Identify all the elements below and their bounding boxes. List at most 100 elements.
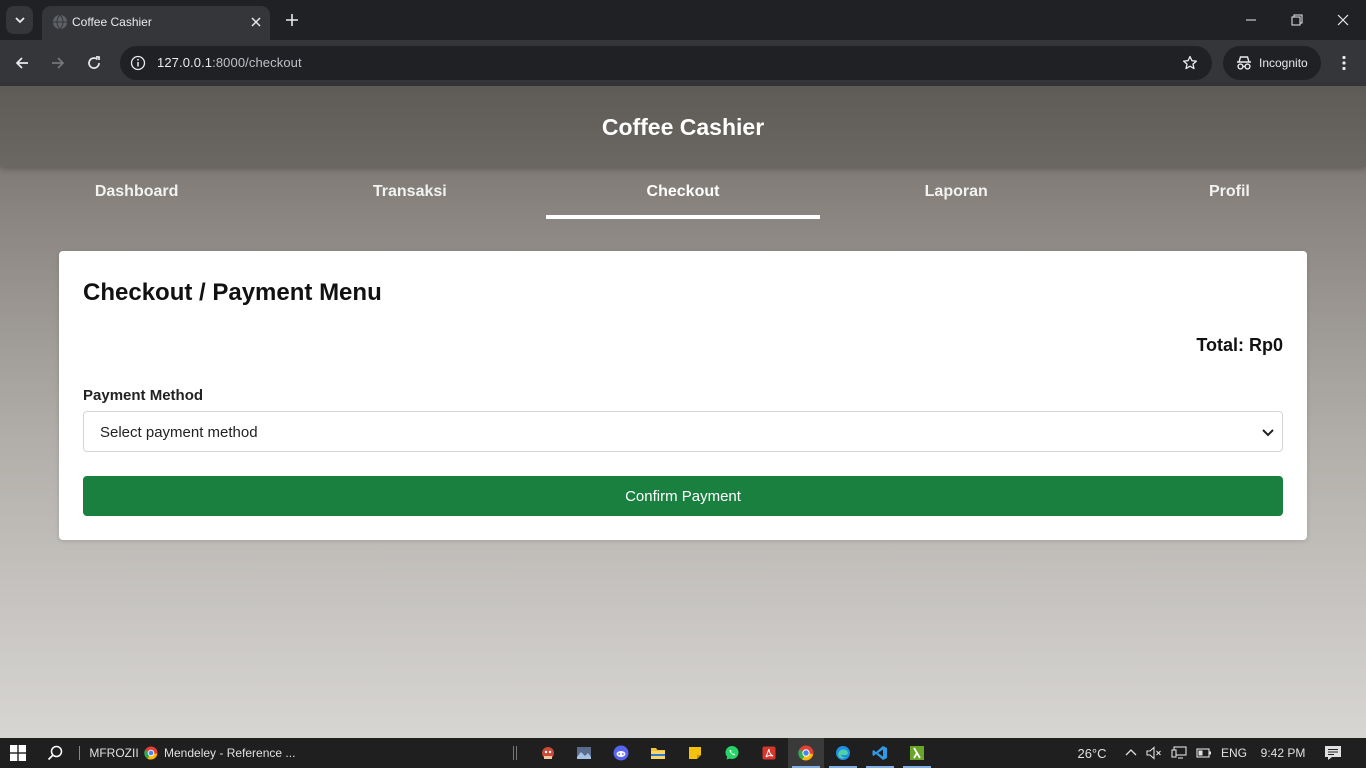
volume-button[interactable] bbox=[1145, 738, 1163, 768]
taskbar-app-lambda[interactable] bbox=[899, 738, 935, 768]
checkout-card: Checkout / Payment Menu Total: Rp0 Payme… bbox=[59, 251, 1307, 540]
user-toolbar-label: MFROZII bbox=[89, 746, 139, 760]
minimize-icon bbox=[1246, 19, 1256, 21]
language-indicator[interactable]: ENG bbox=[1218, 738, 1250, 768]
reload-button[interactable] bbox=[82, 51, 106, 75]
tray-overflow-button[interactable] bbox=[1122, 738, 1140, 768]
close-icon bbox=[1337, 14, 1349, 26]
user-toolbar[interactable]: MFROZII bbox=[86, 738, 142, 768]
taskbar-app-discord[interactable] bbox=[603, 738, 639, 768]
taskbar-app-edge[interactable] bbox=[825, 738, 861, 768]
browser-toolbar: 127.0.0.1:8000/checkout Incognito bbox=[0, 40, 1366, 86]
battery-button[interactable] bbox=[1195, 738, 1213, 768]
forward-button[interactable] bbox=[46, 51, 70, 75]
tab-close-button[interactable] bbox=[247, 13, 265, 31]
confirm-payment-button[interactable]: Confirm Payment bbox=[83, 476, 1283, 516]
info-icon bbox=[130, 55, 146, 71]
taskbar-app-chrome[interactable] bbox=[788, 738, 824, 768]
page-viewport: Coffee Cashier Dashboard Transaksi Check… bbox=[0, 86, 1366, 738]
network-button[interactable] bbox=[1170, 738, 1188, 768]
vscode-icon bbox=[872, 746, 887, 760]
address-bar[interactable]: 127.0.0.1:8000/checkout bbox=[120, 46, 1212, 80]
toolbar-grip bbox=[512, 738, 518, 768]
app-title: Coffee Cashier bbox=[601, 114, 765, 140]
reload-icon bbox=[88, 56, 100, 69]
taskbar-app-acrobat[interactable] bbox=[751, 738, 787, 768]
notification-icon bbox=[1325, 746, 1341, 760]
sticky-notes-icon bbox=[689, 747, 701, 759]
nav-item-checkout[interactable]: Checkout bbox=[546, 167, 820, 219]
restore-button[interactable] bbox=[1274, 0, 1320, 40]
taskbar-app-gallery[interactable] bbox=[566, 738, 602, 768]
taskbar-window-mendeley[interactable]: Mendeley - Reference ... bbox=[144, 738, 296, 768]
browser-tab-active[interactable]: Coffee Cashier bbox=[42, 6, 270, 40]
network-icon bbox=[1171, 746, 1187, 759]
nav-item-dashboard[interactable]: Dashboard bbox=[0, 167, 273, 219]
chrome-icon bbox=[798, 745, 814, 761]
game-app-icon bbox=[542, 747, 554, 759]
image-app-icon bbox=[577, 747, 591, 759]
browser-tabstrip: Coffee Cashier bbox=[0, 0, 1366, 40]
nav-item-profil[interactable]: Profil bbox=[1093, 167, 1366, 219]
url-text: 127.0.0.1:8000/checkout bbox=[157, 55, 302, 71]
taskbar-app-file-explorer[interactable] bbox=[640, 738, 676, 768]
globe-icon bbox=[53, 14, 67, 30]
incognito-label: Incognito bbox=[1259, 56, 1308, 70]
arrow-right-icon bbox=[52, 57, 65, 69]
folder-icon bbox=[651, 748, 665, 759]
nav-item-transaksi[interactable]: Transaksi bbox=[273, 167, 546, 219]
arrow-left-icon bbox=[15, 57, 28, 69]
minimize-button[interactable] bbox=[1228, 0, 1274, 40]
volume-muted-icon bbox=[1146, 746, 1161, 760]
battery-icon bbox=[1196, 748, 1211, 758]
notification-center-button[interactable] bbox=[1322, 738, 1344, 768]
nav-item-laporan[interactable]: Laporan bbox=[820, 167, 1093, 219]
tab-search-button[interactable] bbox=[6, 6, 33, 34]
lambda-icon bbox=[910, 746, 924, 760]
weather-widget[interactable]: 26°C bbox=[1070, 738, 1114, 768]
clock-time: 9:42 PM bbox=[1260, 746, 1306, 760]
language-text: ENG bbox=[1220, 746, 1247, 760]
bookmark-button[interactable] bbox=[1180, 53, 1200, 73]
toolbar-divider bbox=[78, 738, 80, 768]
close-window-button[interactable] bbox=[1320, 0, 1366, 40]
page-title: Checkout / Payment Menu bbox=[83, 279, 382, 306]
payment-method-value: Select payment method bbox=[100, 424, 258, 441]
chevron-down-icon bbox=[1262, 429, 1274, 437]
plus-icon bbox=[286, 14, 298, 26]
chevron-down-icon bbox=[14, 17, 25, 24]
taskbar-app-sticky-notes[interactable] bbox=[677, 738, 713, 768]
browser-menu-button[interactable] bbox=[1332, 51, 1356, 75]
restore-icon bbox=[1291, 14, 1303, 26]
url-host: 127.0.0.1 bbox=[157, 55, 213, 70]
taskbar-app-whatsapp[interactable] bbox=[714, 738, 750, 768]
main-nav: Dashboard Transaksi Checkout Laporan Pro… bbox=[0, 167, 1366, 219]
windows-logo-icon bbox=[10, 745, 26, 761]
chevron-up-icon bbox=[1125, 749, 1137, 756]
search-button[interactable] bbox=[42, 738, 68, 768]
taskbar-app-vscode[interactable] bbox=[862, 738, 898, 768]
star-icon bbox=[1182, 55, 1198, 70]
discord-icon bbox=[613, 745, 629, 761]
edge-icon bbox=[836, 746, 850, 760]
incognito-indicator[interactable]: Incognito bbox=[1223, 46, 1321, 80]
chrome-icon bbox=[144, 746, 158, 760]
start-button[interactable] bbox=[4, 738, 32, 768]
taskbar-app-game[interactable] bbox=[530, 738, 566, 768]
order-total: Total: Rp0 bbox=[1196, 335, 1283, 355]
back-button[interactable] bbox=[10, 51, 34, 75]
temperature-text: 26°C bbox=[1077, 745, 1107, 761]
more-vertical-icon bbox=[1342, 55, 1346, 71]
tab-title: Coffee Cashier bbox=[72, 15, 152, 29]
close-icon bbox=[251, 17, 261, 27]
payment-method-select[interactable]: Select payment method bbox=[83, 411, 1283, 452]
whatsapp-icon bbox=[725, 746, 739, 760]
app-header: Coffee Cashier bbox=[0, 86, 1366, 167]
search-icon bbox=[47, 745, 63, 761]
clock[interactable]: 9:42 PM bbox=[1256, 738, 1310, 768]
new-tab-button[interactable] bbox=[280, 8, 304, 32]
site-info-button[interactable] bbox=[128, 53, 148, 73]
taskbar-window-title: Mendeley - Reference ... bbox=[164, 746, 296, 760]
windows-taskbar: MFROZII Mendeley - Reference ... 26°C EN… bbox=[0, 738, 1366, 768]
url-path: :8000/checkout bbox=[212, 55, 302, 70]
